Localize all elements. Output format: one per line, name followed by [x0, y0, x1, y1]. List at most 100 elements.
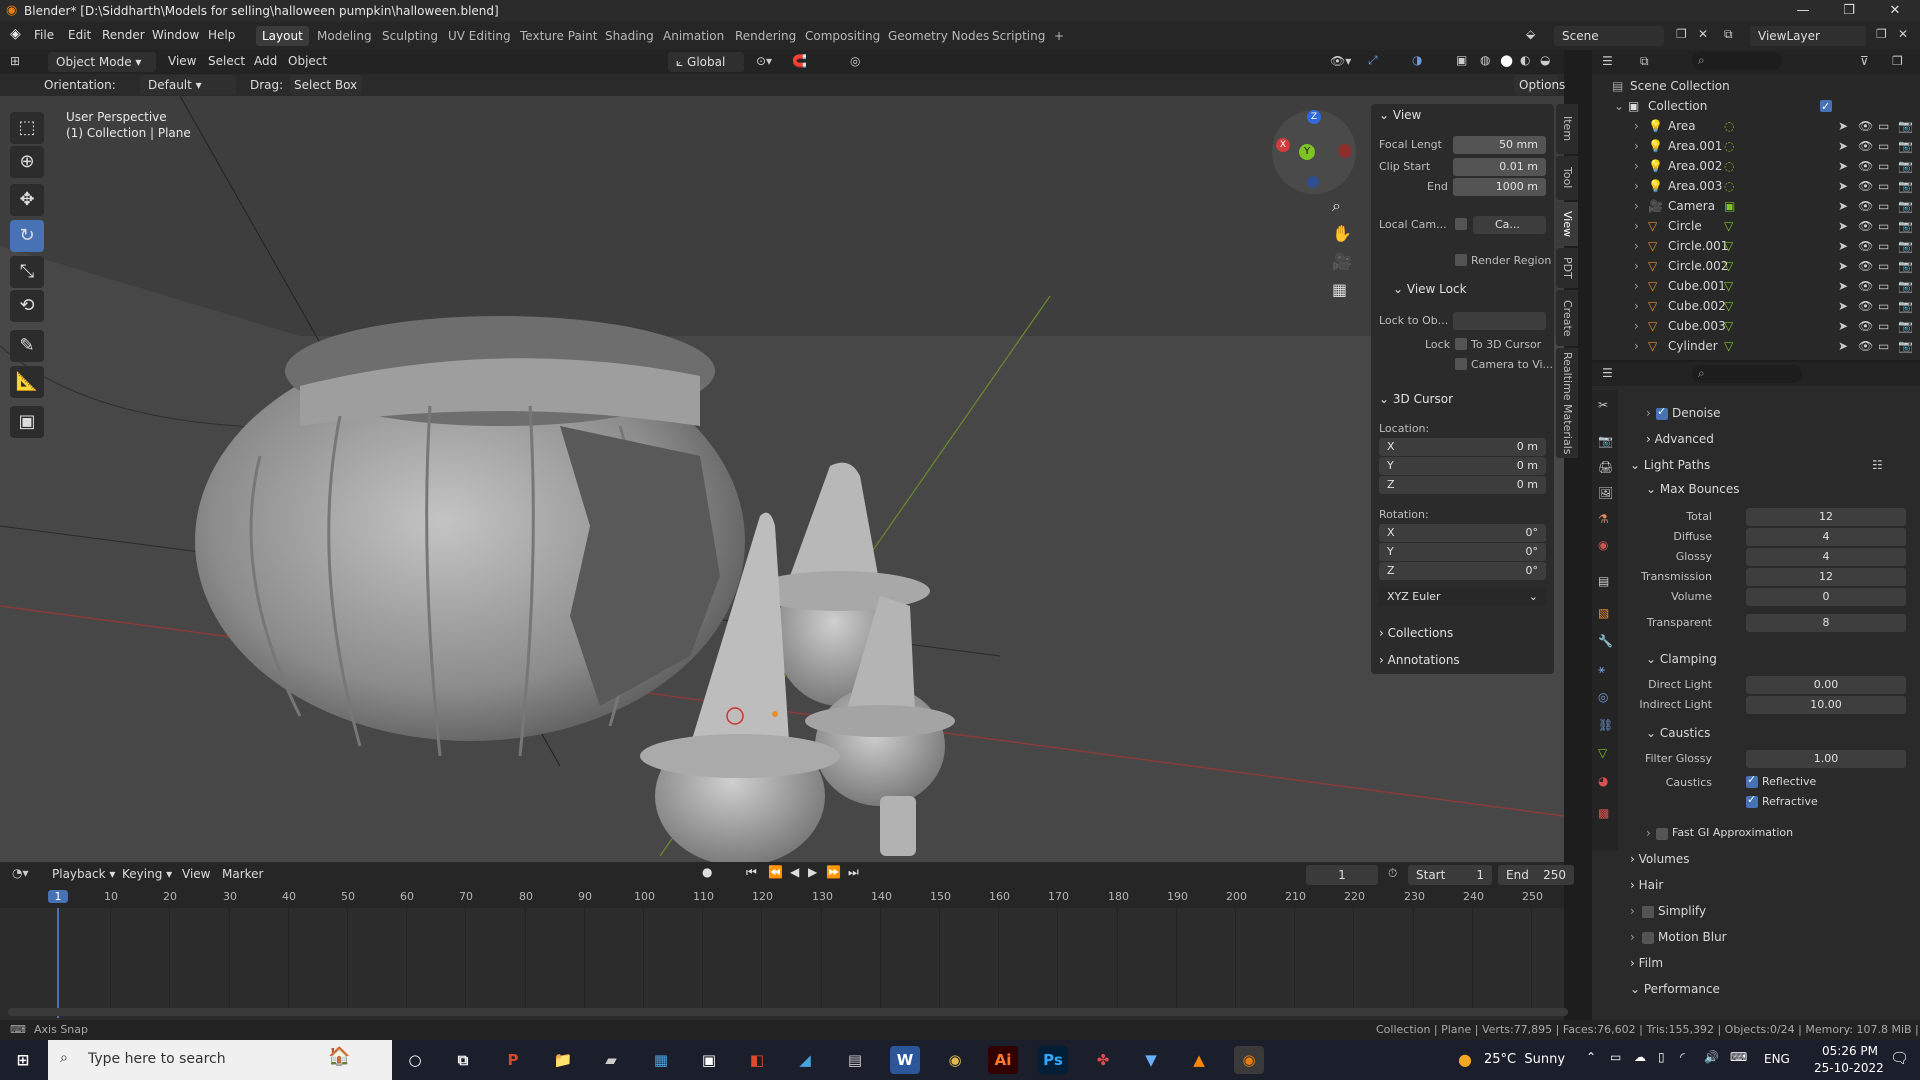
add-workspace-button[interactable]: +	[1048, 26, 1070, 46]
eye-icon[interactable]: 👁	[1858, 336, 1873, 356]
texture-properties-icon[interactable]: ▩	[1598, 806, 1609, 820]
gizmo-toggle-icon[interactable]: ⤢	[1368, 53, 1378, 68]
cursor-rotation-z[interactable]: Z 0°	[1379, 562, 1546, 580]
data-properties-icon[interactable]: ▽	[1598, 746, 1607, 760]
play-reverse-icon[interactable]: ◀	[790, 865, 799, 879]
move-tool-icon[interactable]: ✥	[10, 184, 44, 216]
visibility-icon[interactable]: 👁▾	[1330, 54, 1351, 68]
menu-file[interactable]: File	[34, 28, 54, 42]
expand-arrow-icon[interactable]: ›	[1634, 276, 1639, 296]
simplify-checkbox[interactable]	[1642, 906, 1654, 918]
select-arrow-icon[interactable]: ➤	[1838, 276, 1848, 296]
filter-icon[interactable]: ⊽	[1860, 54, 1869, 68]
denoise-expand-icon[interactable]: ›	[1646, 406, 1651, 420]
prev-keyframe-icon[interactable]: ⏪	[768, 865, 783, 879]
monitor-icon[interactable]: ▭	[1878, 256, 1889, 276]
jump-start-icon[interactable]: ⏮	[746, 865, 757, 880]
denoise-checkbox[interactable]	[1656, 405, 1668, 420]
editor-type-icon[interactable]: ⊞	[10, 54, 20, 68]
overlay-toggle-icon[interactable]: ◑	[1412, 53, 1422, 67]
monitor-icon[interactable]: ▭	[1878, 276, 1889, 296]
outliner-row-object[interactable]: › ▽ Cube.002 ▽ ➤ 👁 ▭ 📷	[1592, 296, 1920, 316]
hair-section-header[interactable]: › Hair	[1630, 878, 1663, 892]
gizmo-neg-x[interactable]	[1338, 144, 1352, 158]
playhead-line[interactable]	[57, 908, 59, 1018]
object-data-icon[interactable]: ▣	[1724, 196, 1735, 216]
gizmo-z-axis[interactable]: Z	[1307, 110, 1321, 124]
menu-render[interactable]: Render	[102, 28, 145, 42]
3d-cursor-section-header[interactable]: ⌄ 3D Cursor	[1379, 392, 1453, 406]
tab-geometry-nodes[interactable]: Geometry Nodes	[882, 26, 995, 46]
vlc-icon[interactable]: ▲	[1184, 1046, 1214, 1074]
word-icon[interactable]: W	[890, 1046, 920, 1074]
clock-time[interactable]: 05:26 PM	[1822, 1044, 1878, 1058]
expand-arrow-icon[interactable]: ›	[1634, 176, 1639, 196]
collections-section-header[interactable]: › Collections	[1379, 626, 1453, 640]
powerpoint-icon[interactable]: P	[498, 1046, 528, 1074]
bounce-field[interactable]: 4	[1746, 528, 1906, 546]
object-data-icon[interactable]: ▽	[1724, 236, 1733, 256]
outliner-row-object[interactable]: › 🎥 Camera ▣ ➤ 👁 ▭ 📷	[1592, 196, 1920, 216]
cursor-rotation-y[interactable]: Y 0°	[1379, 543, 1546, 561]
expand-arrow-icon[interactable]: ›	[1634, 136, 1639, 156]
reflective-caustics-checkbox[interactable]	[1746, 773, 1758, 788]
properties-search-input[interactable]	[1692, 365, 1802, 383]
render-properties-icon[interactable]: 📷	[1598, 434, 1613, 448]
outliner-row-object[interactable]: › ▽ Circle ▽ ➤ 👁 ▭ 📷	[1592, 216, 1920, 236]
app-icon-1[interactable]: ▰	[596, 1046, 626, 1074]
simplify-expand-icon[interactable]: ›	[1630, 904, 1635, 918]
material-shading-icon[interactable]: ◐	[1520, 53, 1530, 67]
render-camera-icon[interactable]: 📷	[1898, 116, 1913, 136]
tab-item[interactable]: Item	[1556, 104, 1578, 154]
view-section-header[interactable]: ⌄ View	[1379, 108, 1421, 122]
annotate-tool-icon[interactable]: ✎	[10, 330, 44, 362]
timeline-menu-view[interactable]: View	[182, 867, 210, 881]
select-arrow-icon[interactable]: ➤	[1838, 236, 1848, 256]
options-button[interactable]: Options	[1514, 75, 1565, 95]
mode-selector[interactable]: Object Mode ▾	[48, 52, 156, 72]
render-camera-icon[interactable]: 📷	[1898, 296, 1913, 316]
object-data-icon[interactable]: ▽	[1724, 276, 1733, 296]
monitor-icon[interactable]: ▭	[1878, 236, 1889, 256]
snap-icon[interactable]: 🧲	[792, 54, 807, 68]
output-properties-icon[interactable]: 🖨	[1598, 460, 1613, 474]
constraints-properties-icon[interactable]: ⛓	[1598, 718, 1613, 732]
eye-icon[interactable]: 👁	[1858, 116, 1873, 136]
view-layer-properties-icon[interactable]: 🖼	[1598, 486, 1613, 500]
tab-pdt[interactable]: PDT	[1556, 248, 1578, 288]
eye-icon[interactable]: 👁	[1858, 256, 1873, 276]
transform-tool-icon[interactable]: ⟲	[10, 290, 44, 322]
timeline-menu-keying[interactable]: Keying ▾	[122, 867, 172, 881]
start-frame-field[interactable]: Start 1	[1408, 865, 1492, 885]
monitor-icon[interactable]: ▭	[1878, 156, 1889, 176]
app-icon-5[interactable]: ✤	[1088, 1046, 1118, 1074]
expand-arrow-icon[interactable]: ›	[1634, 316, 1639, 336]
tab-scripting[interactable]: Scripting	[986, 26, 1051, 46]
windows-start-icon[interactable]: ⊞	[8, 1046, 38, 1074]
keyboard-layout-icon[interactable]: ⌨	[1730, 1050, 1747, 1064]
select-arrow-icon[interactable]: ➤	[1838, 116, 1848, 136]
monitor-icon[interactable]: ▭	[1878, 116, 1889, 136]
next-keyframe-icon[interactable]: ⏩	[826, 865, 841, 879]
modifier-properties-icon[interactable]: 🔧	[1598, 634, 1613, 648]
material-properties-icon[interactable]: ◕	[1598, 774, 1608, 788]
lock-to-object-field[interactable]	[1453, 312, 1546, 330]
pivot-point-icon[interactable]: ⊙▾	[756, 54, 772, 68]
menu-window[interactable]: Window	[152, 28, 199, 42]
object-data-icon[interactable]: ◌	[1724, 136, 1734, 156]
scene-selector[interactable]: Scene	[1554, 26, 1664, 46]
gizmo-neg-z[interactable]	[1307, 176, 1319, 188]
refractive-caustics-checkbox[interactable]	[1746, 793, 1758, 808]
bounce-field[interactable]: 0	[1746, 588, 1906, 606]
expand-arrow-icon[interactable]: ›	[1634, 156, 1639, 176]
rotation-mode-dropdown[interactable]: XYZ Euler ⌄	[1379, 588, 1546, 606]
expand-arrow-icon[interactable]: ›	[1634, 336, 1639, 356]
render-camera-icon[interactable]: 📷	[1898, 276, 1913, 296]
app-icon-4[interactable]: ▤	[840, 1046, 870, 1074]
clock-date[interactable]: 25-10-2022	[1814, 1061, 1884, 1075]
file-explorer-icon[interactable]: 📁	[548, 1046, 578, 1074]
select-arrow-icon[interactable]: ➤	[1838, 216, 1848, 236]
eye-icon[interactable]: 👁	[1858, 276, 1873, 296]
viewport-menu-select[interactable]: Select	[208, 54, 245, 68]
motion-blur-expand-icon[interactable]: ›	[1630, 930, 1635, 944]
